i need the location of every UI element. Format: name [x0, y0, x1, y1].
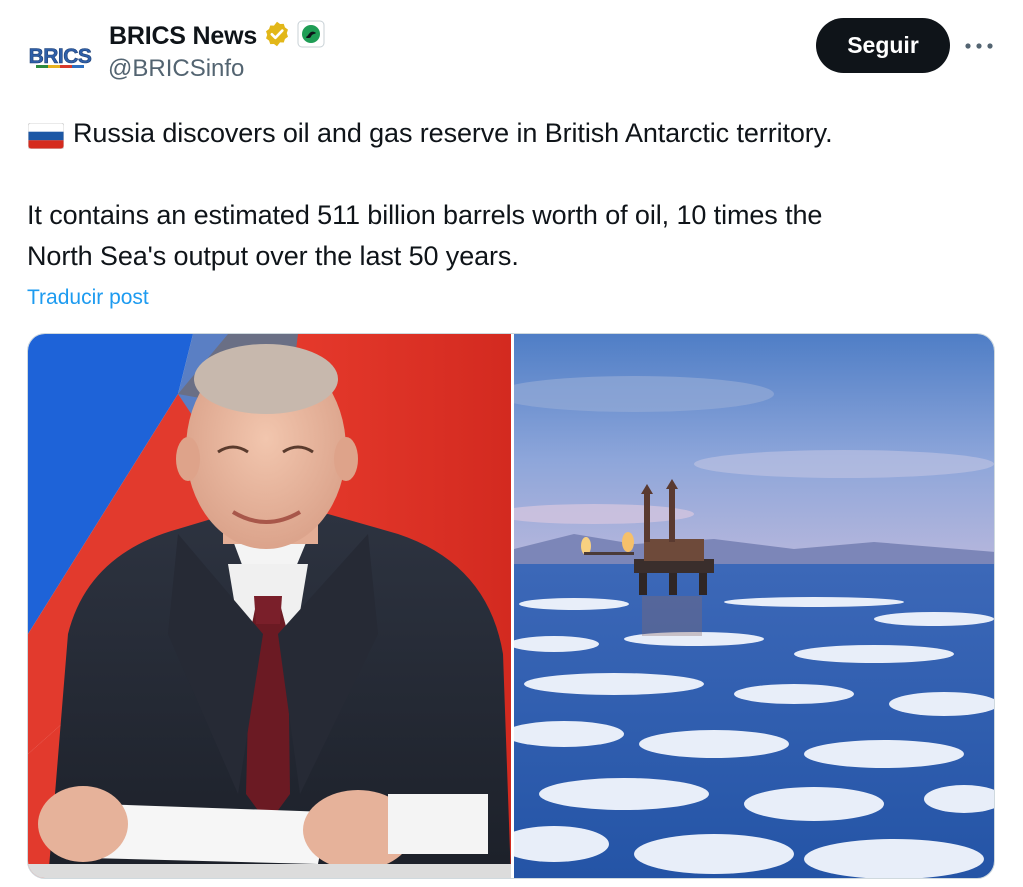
- avatar-logo-text: BRICS: [29, 45, 92, 68]
- more-options-icon[interactable]: [962, 34, 996, 58]
- affiliate-badge-icon[interactable]: [297, 20, 325, 53]
- verified-badge-icon[interactable]: [263, 20, 291, 53]
- media-grid: [27, 333, 995, 879]
- display-name[interactable]: BRICS News: [109, 22, 257, 51]
- tweet-text-line-1: Russia discovers oil and gas reserve in …: [73, 118, 833, 148]
- name-row: BRICS News: [109, 20, 325, 52]
- russia-flag-icon: [27, 122, 65, 154]
- man-in-suit-photo-icon: [28, 334, 511, 878]
- media-photo-1[interactable]: [28, 334, 511, 878]
- tweet-text-line-2: It contains an estimated 511 billion bar…: [27, 200, 823, 230]
- follow-button[interactable]: Seguir: [816, 18, 950, 73]
- tweet-text-line-3: North Sea's output over the last 50 year…: [27, 241, 519, 271]
- translate-post-link[interactable]: Traducir post: [27, 286, 149, 310]
- account-handle[interactable]: @BRICSinfo: [108, 55, 244, 83]
- media-photo-2[interactable]: [514, 334, 994, 878]
- tweet-card: BRICS BRICS News @BRICSinfo Seguir Russi…: [0, 0, 1023, 887]
- oil-rig-icy-sea-photo-icon: [514, 334, 994, 878]
- brics-logo-icon: BRICS: [24, 20, 96, 92]
- avatar[interactable]: BRICS: [24, 20, 96, 92]
